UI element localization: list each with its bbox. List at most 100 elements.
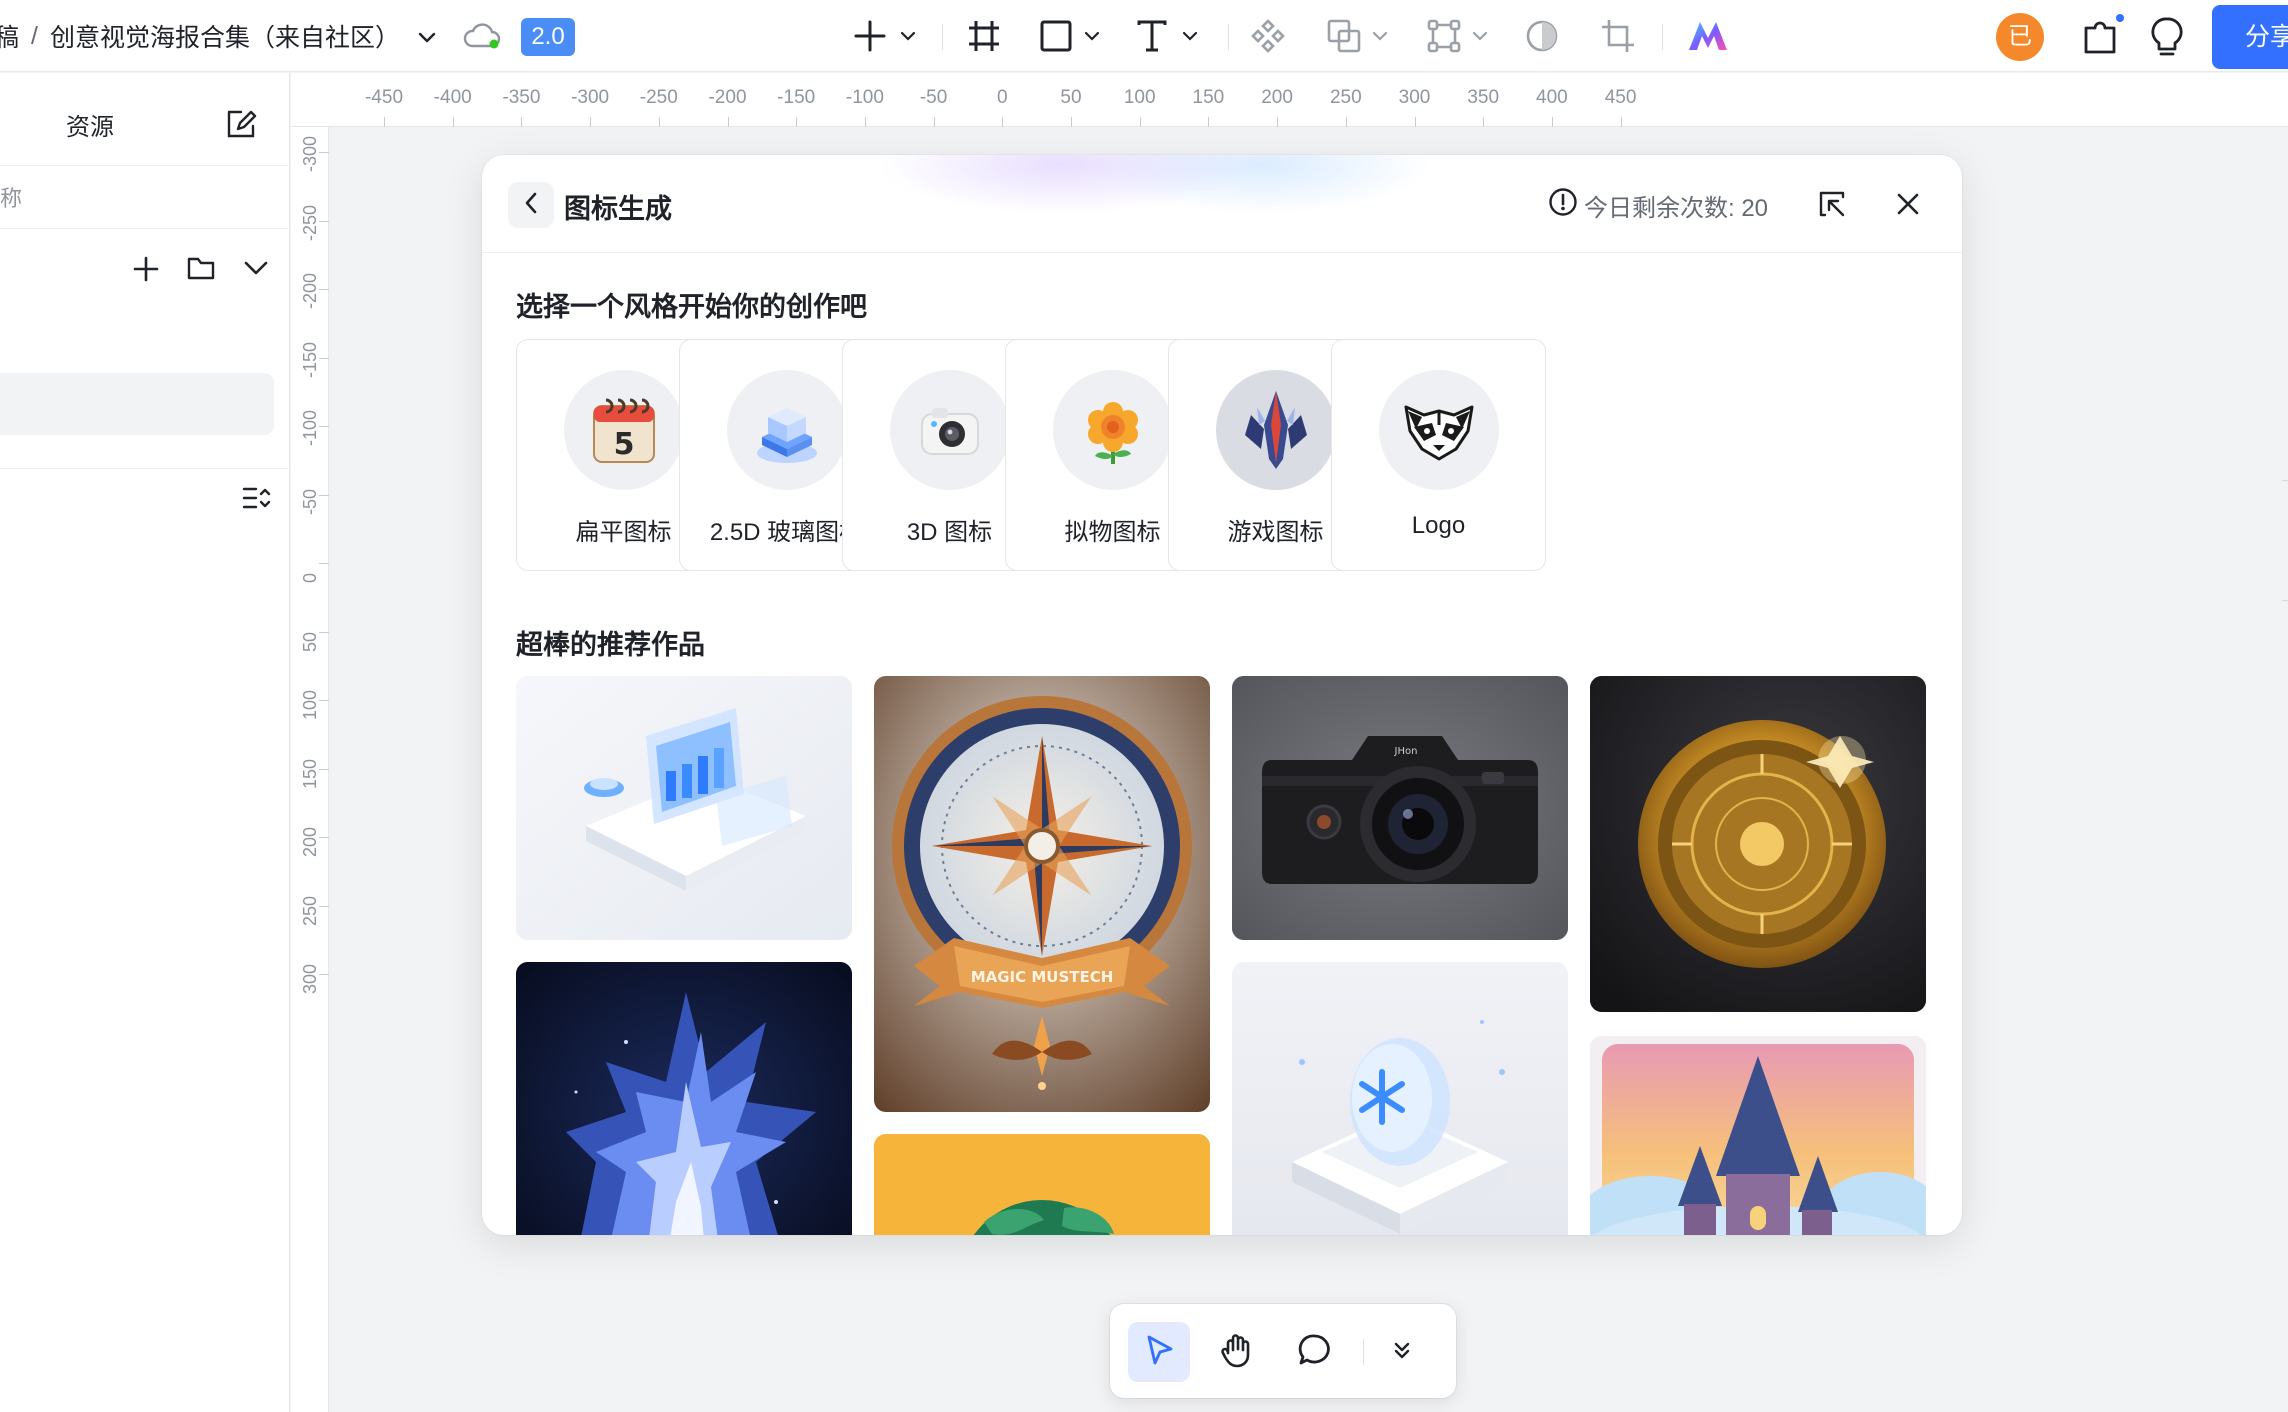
vector-edit-tool[interactable] <box>1426 16 1488 56</box>
style-section-title: 选择一个风格开始你的创作吧 <box>516 292 867 322</box>
tab-assets[interactable]: 资源 <box>66 107 114 142</box>
file-title[interactable]: 创意视觉海报合集（来自社区） <box>50 18 400 54</box>
version-badge[interactable]: 2.0 <box>521 18 575 56</box>
insert-tool[interactable] <box>852 16 916 56</box>
horizontal-ruler: -450 -400 -350 -300 -250 -200 -150 -100 -50 0 50 10… <box>291 73 2288 127</box>
help-button[interactable] <box>2150 16 2184 56</box>
raccoon-icon <box>1379 370 1499 490</box>
shape-tool[interactable] <box>1038 16 1100 56</box>
notification-dot <box>2114 12 2126 24</box>
ruler-label: -150 <box>777 87 816 108</box>
gallery-item-ice-dragon[interactable] <box>516 962 852 1235</box>
flower-icon <box>1053 370 1173 490</box>
sort-icon[interactable] <box>242 485 272 516</box>
vertical-ruler: -300 -250 -200 -150 -100 -50 0 50 100 150 200 250 30… <box>291 127 329 1412</box>
icon-generation-dialog: 图标生成 今日剩余次数: 20 选择一个风格开始你的创作吧 5 扁平图标 2.5… <box>482 155 1962 1235</box>
chevron-down-icon[interactable] <box>244 261 268 280</box>
ruler-tick <box>1139 117 1141 127</box>
ruler-label: 0 <box>300 572 320 583</box>
ruler-tick <box>1551 117 1553 127</box>
gallery-item-castle[interactable] <box>1590 1036 1926 1235</box>
ruler-tick <box>1071 117 1072 127</box>
ruler-tick <box>319 905 329 907</box>
ruler-tick <box>452 117 454 127</box>
ruler-label: -300 <box>300 135 320 172</box>
ruler-label: 250 <box>1329 87 1362 108</box>
more-tools-button[interactable] <box>1376 1322 1428 1382</box>
style-card-logo[interactable]: Logo <box>1331 339 1546 571</box>
bottom-toolbar <box>1110 1304 1456 1398</box>
chevron-down-icon <box>1372 31 1388 41</box>
toolbar-divider <box>1363 1339 1364 1365</box>
plugins-button[interactable] <box>2082 16 2120 56</box>
component-icon <box>1250 18 1286 54</box>
breadcrumb-parent[interactable]: 稿 <box>0 18 19 54</box>
ruler-tick <box>727 117 729 127</box>
ruler-tick <box>1345 117 1347 127</box>
ruler-label: -350 <box>502 87 541 108</box>
component-tool[interactable] <box>1250 16 1286 56</box>
chevron-down-icon[interactable] <box>418 22 436 51</box>
name-label: 称 <box>0 186 23 211</box>
cursor-icon <box>1142 1333 1176 1372</box>
ruler-tick <box>319 152 329 153</box>
comment-tool-button[interactable] <box>1284 1322 1346 1382</box>
ruler-label: 50 <box>1060 87 1082 108</box>
ruler-tick <box>319 494 329 496</box>
gallery-item-glass-snowflake[interactable] <box>1232 962 1568 1235</box>
edit-library-icon[interactable] <box>226 109 258 144</box>
ruler-label: -450 <box>364 87 404 108</box>
ruler-label: -150 <box>300 341 320 378</box>
add-icon[interactable] <box>132 255 160 288</box>
plus-icon <box>852 18 888 54</box>
dialog-title: 图标生成 <box>564 194 672 224</box>
share-button[interactable]: 分享 <box>2212 5 2288 69</box>
back-button[interactable] <box>508 182 554 228</box>
comment-icon <box>1297 1332 1333 1373</box>
hand-tool-button[interactable] <box>1206 1322 1268 1382</box>
ruler-label: 0 <box>997 87 1008 108</box>
ruler-tick <box>319 700 329 701</box>
crop-tool[interactable] <box>1600 16 1636 56</box>
ruler-tick <box>384 117 385 127</box>
ruler-label: -100 <box>300 409 320 446</box>
ruler-label: 50 <box>300 631 320 652</box>
frame-icon <box>966 18 1002 54</box>
frame-tool[interactable] <box>966 16 1002 56</box>
ruler-tick <box>864 117 866 127</box>
ruler-label: -200 <box>300 272 320 309</box>
ai-tool[interactable] <box>1686 16 1730 56</box>
text-tool[interactable] <box>1134 16 1198 56</box>
quota-text: 今日剩余次数: 20 <box>1584 195 1769 222</box>
ruler-label: 100 <box>300 689 320 720</box>
gallery-item-glass-laptop[interactable] <box>516 676 852 940</box>
ruler-tick <box>521 117 523 127</box>
daily-quota: 今日剩余次数: 20 <box>1548 187 1768 224</box>
ruler-label: 450 <box>1604 87 1637 108</box>
boolean-union-icon <box>1326 18 1362 54</box>
ruler-tick <box>319 631 329 633</box>
boolean-tool[interactable] <box>1326 16 1388 56</box>
mask-tool[interactable] <box>1524 16 1560 56</box>
chevron-down-icon <box>900 31 916 41</box>
avatar[interactable]: 已 <box>1996 13 2044 61</box>
gallery-item-camera[interactable]: JHon <box>1232 676 1568 940</box>
ruler-label: 350 <box>1467 87 1500 108</box>
folder-icon[interactable] <box>186 255 216 286</box>
top-toolbar: 稿 / 创意视觉海报合集（来自社区） 2.0 已 分享 <box>0 0 2288 72</box>
ruler-tick <box>1620 117 1622 127</box>
ruler-label: -300 <box>571 87 610 108</box>
puzzle-icon <box>2082 16 2120 56</box>
gallery-item-gold-dial[interactable] <box>1590 676 1926 1012</box>
crop-icon <box>1600 18 1636 54</box>
cloud-sync-icon[interactable] <box>462 20 502 57</box>
gallery-item-globe[interactable] <box>874 1134 1210 1235</box>
pop-out-icon[interactable] <box>1818 190 1846 223</box>
gallery-item-compass-badge[interactable]: MAGIC MUSTECH <box>874 676 1210 1112</box>
breadcrumb: 稿 / 创意视觉海报合集（来自社区） <box>0 18 436 54</box>
lightbulb-icon <box>2150 16 2184 56</box>
move-tool-button[interactable] <box>1128 1322 1190 1382</box>
close-icon[interactable] <box>1894 190 1922 223</box>
selected-list-item[interactable] <box>0 373 274 435</box>
gallery-section-title: 超棒的推荐作品 <box>516 630 705 660</box>
